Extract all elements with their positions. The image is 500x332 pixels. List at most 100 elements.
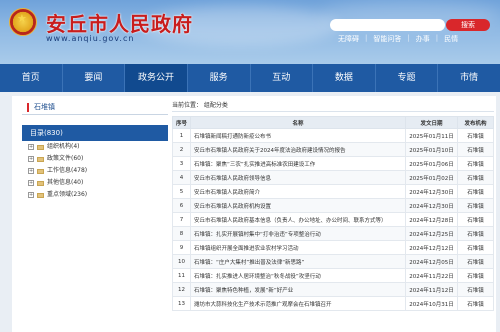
content-panel: 石堆镇 目录(830) + 组织机构(4) + 政策文件(60) + 工作信息(… [12,96,496,332]
row-title-link[interactable]: 石堆镇：“庄户大集村”推出普及法律“新思路” [190,254,406,269]
table-row[interactable]: 5 安丘市石堆镇人民政府简介 2024年12月30日 石堆镇 [172,184,494,199]
row-index: 6 [172,198,191,213]
quick-link-qa[interactable]: 智能问答 [373,34,401,44]
nav-home[interactable]: 首页 [0,64,63,92]
search-input[interactable] [330,19,445,31]
col-name: 名称 [190,116,406,129]
row-date: 2024年12月25日 [405,226,458,241]
table-header-row: 序号 名称 发文日期 发布机构 [172,116,494,129]
table-row[interactable]: 13 潍坊市大蒜科技化生产技术示范推广观摩会在石堆镇召开 2024年10月31日 石堆… [172,296,494,311]
sidebar: 石堆镇 目录(830) + 组织机构(4) + 政策文件(60) + 工作信息(… [22,100,168,332]
nav-interaction[interactable]: 互动 [251,64,314,92]
quick-link-accessibility[interactable]: 无障碍 [338,34,359,44]
row-index: 9 [172,240,191,255]
table-row[interactable]: 7 安丘市石堆镇人民政府基本信息（负责人、办公地址、办公时间、联系方式等） 2024… [172,212,494,227]
tree-item-org[interactable]: + 组织机构(4) [22,141,168,153]
row-index: 2 [172,142,191,157]
folder-icon [37,156,44,162]
expand-icon[interactable]: + [28,192,34,198]
table-row[interactable]: 9 石堆镇组织开展全面推进农业农村学习活动 2024年12月12日 石堆镇 [172,240,494,255]
col-publisher: 发布机构 [457,116,494,129]
document-table: 序号 名称 发文日期 发布机构 1 石堆镇新闻稿打通防新疫公布书 2025年01月1… [172,116,494,311]
row-index: 1 [172,128,191,143]
col-index: 序号 [172,116,191,129]
row-publisher: 石堆镇 [457,226,494,241]
main-nav: 首页 要闻 政务公开 服务 互动 数据 专题 市情 [0,64,500,92]
table-row[interactable]: 12 石堆镇：聚焦特色种植，发展“新”好产业 2024年11月12日 石堆镇 [172,282,494,297]
row-title-link[interactable]: 石堆镇：扎实推进人居环境整治“秋冬战役”攻坚行动 [190,268,406,283]
site-url: www.anqiu.gov.cn [46,34,135,43]
quick-links: 无障碍 | 智能问答 | 办事 | 民情 [338,34,459,44]
row-date: 2025年01月02日 [405,170,458,185]
row-title-link[interactable]: 潍坊市大蒜科技化生产技术示范推广观摩会在石堆镇召开 [190,296,406,311]
row-date: 2024年10月31日 [405,296,458,311]
tree-item-label: 其他信息(40) [47,179,84,186]
row-index: 11 [172,268,191,283]
row-title-link[interactable]: 安丘市石堆镇人民政府领导信息 [190,170,406,185]
quick-link-public[interactable]: 民情 [444,34,458,44]
expand-icon[interactable]: + [28,168,34,174]
nav-services[interactable]: 服务 [188,64,251,92]
expand-icon[interactable]: + [28,144,34,150]
row-publisher: 石堆镇 [457,254,494,269]
row-date: 2024年12月12日 [405,240,458,255]
row-index: 5 [172,184,191,199]
nav-city-info[interactable]: 市情 [438,64,500,92]
row-publisher: 石堆镇 [457,198,494,213]
table-row[interactable]: 3 石堆镇：聚焦“三农”扎实推进高标准农田建设工作 2025年01月06日 石堆镇 [172,156,494,171]
row-publisher: 石堆镇 [457,240,494,255]
row-title-link[interactable]: 安丘市石堆镇人民政府关于2024年度法治政府建设情况的报告 [190,142,406,157]
row-title-link[interactable]: 安丘市石堆镇人民政府简介 [190,184,406,199]
row-date: 2024年12月30日 [405,184,458,199]
tree-item-key[interactable]: + 重点领域(236) [22,189,168,201]
table-row[interactable]: 8 石堆镇：扎实开展镇村集中“打非治违”专项整治行动 2024年12月25日 石堆镇 [172,226,494,241]
nav-data[interactable]: 数据 [313,64,376,92]
expand-icon[interactable]: + [28,156,34,162]
row-title-link[interactable]: 石堆镇新闻稿打通防新疫公布书 [190,128,406,143]
expand-icon[interactable]: + [28,180,34,186]
folder-icon [37,192,44,198]
folder-icon [37,180,44,186]
row-publisher: 石堆镇 [457,212,494,227]
col-date: 发文日期 [405,116,458,129]
table-row[interactable]: 4 安丘市石堆镇人民政府领导信息 2025年01月02日 石堆镇 [172,170,494,185]
row-title-link[interactable]: 安丘市石堆镇人民政府机构设置 [190,198,406,213]
row-title-link[interactable]: 石堆镇组织开展全面推进农业农村学习活动 [190,240,406,255]
tree-item-other[interactable]: + 其他信息(40) [22,177,168,189]
row-date: 2024年12月28日 [405,212,458,227]
tree-item-label: 政策文件(60) [47,155,84,162]
row-date: 2025年01月06日 [405,156,458,171]
row-title-link[interactable]: 安丘市石堆镇人民政府基本信息（负责人、办公地址、办公时间、联系方式等） [190,212,406,227]
site-title[interactable]: 安丘市人民政府 [46,8,193,37]
folder-icon [37,168,44,174]
row-title-link[interactable]: 石堆镇：聚焦特色种植，发展“新”好产业 [190,282,406,297]
tree-item-label: 工作信息(478) [47,167,88,174]
row-publisher: 石堆镇 [457,142,494,157]
nav-news[interactable]: 要闻 [63,64,126,92]
table-row[interactable]: 10 石堆镇：“庄户大集村”推出普及法律“新思路” 2024年12月05日 石堆镇 [172,254,494,269]
document-list-panel: 当前位置： 组配分类 序号 名称 发文日期 发布机构 1 石堆镇新闻稿打通防新疫公… [172,100,494,332]
row-publisher: 石堆镇 [457,296,494,311]
table-row[interactable]: 6 安丘市石堆镇人民政府机构设置 2024年12月30日 石堆镇 [172,198,494,213]
catalog-root[interactable]: 目录(830) [22,125,168,141]
row-publisher: 石堆镇 [457,268,494,283]
row-index: 12 [172,282,191,297]
nav-open-government[interactable]: 政务公开 [125,64,188,92]
row-date: 2024年12月30日 [405,198,458,213]
row-title-link[interactable]: 石堆镇：聚焦“三农”扎实推进高标准农田建设工作 [190,156,406,171]
row-index: 8 [172,226,191,241]
row-title-link[interactable]: 石堆镇：扎实开展镇村集中“打非治违”专项整治行动 [190,226,406,241]
sidebar-header: 石堆镇 [22,100,168,115]
nav-topics[interactable]: 专题 [376,64,439,92]
quick-link-service[interactable]: 办事 [416,34,430,44]
tree-item-policy[interactable]: + 政策文件(60) [22,153,168,165]
national-emblem-icon: ★ [9,8,37,36]
tree-item-work[interactable]: + 工作信息(478) [22,165,168,177]
row-publisher: 石堆镇 [457,170,494,185]
search-button[interactable]: 搜索 [446,19,490,31]
table-row[interactable]: 2 安丘市石堆镇人民政府关于2024年度法治政府建设情况的报告 2025年01月10… [172,142,494,157]
table-row[interactable]: 1 石堆镇新闻稿打通防新疫公布书 2025年01月11日 石堆镇 [172,128,494,143]
table-row[interactable]: 11 石堆镇：扎实推进人居环境整治“秋冬战役”攻坚行动 2024年11月22日 石堆镇 [172,268,494,283]
row-date: 2024年11月12日 [405,282,458,297]
row-date: 2025年01月10日 [405,142,458,157]
